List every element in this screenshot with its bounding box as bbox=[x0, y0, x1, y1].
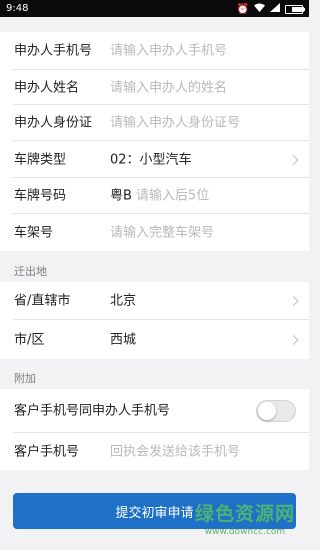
same-phone-toggle[interactable] bbox=[256, 400, 296, 422]
customer-phone-row[interactable]: 客户手机号 回执会发送给该手机号 bbox=[0, 433, 309, 470]
frame-number-label: 车架号 bbox=[14, 225, 54, 240]
plate-type-value: 02：小型汽车 bbox=[110, 152, 192, 167]
section-title-extra: 附加 bbox=[14, 372, 36, 385]
wifi-icon bbox=[254, 3, 265, 15]
plate-type-row[interactable]: 车牌类型 02：小型汽车 bbox=[0, 141, 309, 178]
status-bar: 9:48 ⏰ bbox=[0, 0, 309, 17]
same-phone-label: 客户手机号同申办人手机号 bbox=[14, 403, 171, 419]
applicant-phone-input[interactable]: 请输入申办人手机号 bbox=[110, 45, 227, 58]
section-title-move-out: 迁出地 bbox=[14, 265, 47, 278]
customer-phone-label: 客户手机号 bbox=[14, 444, 80, 459]
city-row[interactable]: 市/区 西城 bbox=[0, 320, 309, 359]
chevron-right-icon bbox=[288, 154, 299, 165]
submit-button[interactable]: 提交初审申请 bbox=[13, 493, 296, 529]
plate-number-label: 车牌号码 bbox=[14, 188, 67, 204]
plate-number-row[interactable]: 车牌号码 粤B 请输入后5位 bbox=[0, 178, 309, 214]
applicant-id-input[interactable]: 请输入申办人身份证号 bbox=[110, 117, 240, 130]
province-row[interactable]: 省/直辖市 北京 bbox=[0, 282, 309, 320]
city-value: 西城 bbox=[110, 332, 137, 347]
battery-icon bbox=[285, 4, 305, 14]
alarm-icon: ⏰ bbox=[236, 3, 249, 15]
city-label: 市/区 bbox=[14, 332, 45, 347]
applicant-name-label: 申办人姓名 bbox=[14, 80, 80, 95]
frame-number-row[interactable]: 车架号 请输入完整车架号 bbox=[0, 214, 309, 251]
status-icons: ⏰ bbox=[232, 3, 305, 15]
status-time: 9:48 bbox=[6, 3, 29, 14]
applicant-phone-label: 申办人手机号 bbox=[14, 43, 93, 59]
chevron-right-icon bbox=[288, 296, 299, 306]
applicant-id-row[interactable]: 申办人身份证 请输入申办人身份证号 bbox=[0, 105, 309, 141]
plate-prefix: 粤B bbox=[110, 188, 132, 204]
applicant-name-input[interactable]: 请输入申办人的姓名 bbox=[110, 81, 227, 94]
customer-phone-input[interactable]: 回执会发送给该手机号 bbox=[110, 445, 240, 458]
plate-number-field[interactable]: 粤B 请输入后5位 bbox=[110, 190, 209, 203]
province-label: 省/直辖市 bbox=[14, 293, 71, 309]
plate-type-label: 车牌类型 bbox=[14, 152, 67, 167]
same-phone-row: 客户手机号同申办人手机号 bbox=[0, 389, 309, 433]
applicant-name-row[interactable]: 申办人姓名 请输入申办人的姓名 bbox=[0, 70, 309, 105]
applicant-id-label: 申办人身份证 bbox=[14, 115, 93, 131]
frame-number-input[interactable]: 请输入完整车架号 bbox=[110, 226, 214, 239]
plate-number-input[interactable]: 请输入后5位 bbox=[136, 189, 209, 204]
province-value: 北京 bbox=[110, 293, 137, 309]
applicant-phone-row[interactable]: 申办人手机号 请输入申办人手机号 bbox=[0, 32, 309, 70]
toggle-knob bbox=[258, 402, 276, 420]
signal-icon bbox=[270, 3, 280, 15]
chevron-right-icon bbox=[288, 334, 299, 345]
